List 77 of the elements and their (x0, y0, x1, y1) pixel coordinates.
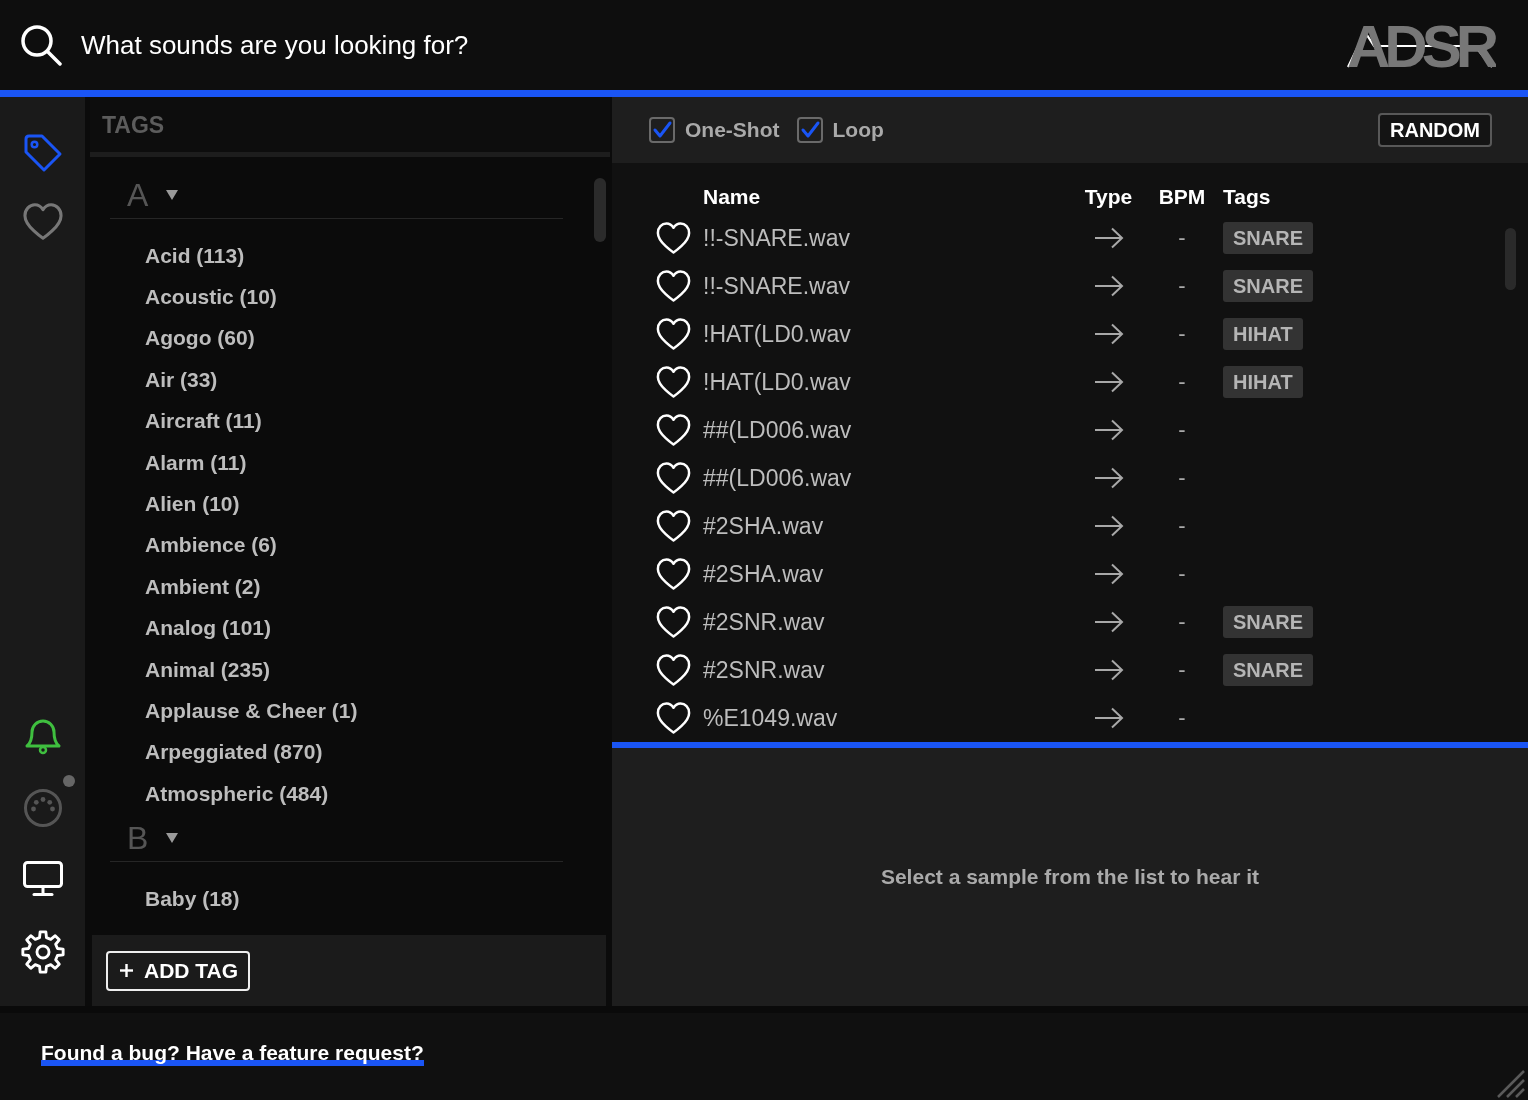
tag-chip[interactable]: SNARE (1223, 222, 1313, 254)
bpm-value: - (1178, 225, 1186, 251)
filter-label[interactable]: Loop (832, 118, 884, 142)
random-button[interactable]: RANDOM (1378, 113, 1492, 147)
filter-label[interactable]: One-Shot (685, 118, 780, 142)
settings-icon[interactable] (20, 930, 65, 974)
bpm-value: - (1178, 657, 1186, 683)
bpm-value: - (1178, 513, 1186, 539)
bpm-value: - (1178, 417, 1186, 443)
arrow-icon (1093, 563, 1124, 585)
column-header[interactable]: BPM (1158, 185, 1206, 209)
arrow-icon (1093, 371, 1124, 393)
tag-item[interactable]: Acid (113) (145, 235, 245, 277)
arrow-icon (1093, 275, 1124, 297)
file-name[interactable]: #2SHA.wav (703, 512, 824, 540)
add-tag-button[interactable]: ADD TAG (106, 950, 251, 991)
file-name[interactable]: !!-SNARE.wav (703, 224, 850, 252)
tag-item[interactable]: Analog (101) (145, 607, 272, 649)
file-name[interactable]: !!-SNARE.wav (703, 272, 850, 300)
bpm-value: - (1178, 465, 1186, 491)
bpm-value: - (1178, 609, 1186, 635)
tag-chip[interactable]: HIHAT (1223, 318, 1303, 350)
tag-chip[interactable]: SNARE (1223, 270, 1313, 302)
tag-chip[interactable]: HIHAT (1223, 366, 1303, 398)
tag-chip[interactable]: SNARE (1223, 654, 1313, 686)
arrow-icon (1093, 467, 1124, 489)
arrow-icon (1093, 515, 1124, 537)
tag-item[interactable]: Animal (235) (145, 648, 270, 691)
file-name[interactable]: !HAT(LD0.wav (703, 368, 851, 396)
arrow-icon (1093, 227, 1124, 249)
tag-item[interactable]: Alien (10) (145, 483, 240, 525)
file-name[interactable]: #2SNR.wav (703, 656, 825, 684)
bpm-value: - (1178, 369, 1186, 395)
file-name[interactable]: #2SNR.wav (703, 608, 825, 636)
tag-item[interactable]: Aircraft (11) (145, 400, 262, 442)
tag-item[interactable]: Baby (18) (145, 878, 240, 920)
file-name[interactable]: %E1049.wav (703, 704, 838, 732)
tag-item[interactable]: Ambience (6) (145, 524, 277, 567)
tag-item[interactable]: Applause & Cheer (1) (145, 690, 358, 732)
tag-item[interactable]: Acoustic (10) (145, 276, 277, 318)
arrow-icon (1093, 419, 1124, 441)
bpm-value: - (1178, 561, 1186, 587)
caret-icon[interactable] (166, 831, 179, 844)
scrollbar-thumb[interactable] (594, 178, 606, 242)
tag-chip[interactable]: SNARE (1223, 606, 1313, 638)
plus-icon (120, 964, 133, 977)
checkbox[interactable] (796, 117, 823, 143)
tag-item[interactable]: Arpeggiated (870) (145, 731, 323, 774)
player-message: Select a sample from the list to hear it (880, 865, 1260, 889)
arrow-icon (1093, 611, 1124, 633)
file-name[interactable]: ##(LD006.wav (703, 464, 852, 492)
monitor-icon[interactable] (22, 861, 63, 897)
column-header[interactable]: Tags (1223, 185, 1271, 209)
bpm-value: - (1178, 321, 1186, 347)
arrow-icon (1093, 659, 1124, 681)
search-field[interactable]: What sounds are you looking for? (81, 25, 1326, 65)
file-name[interactable]: ##(LD006.wav (703, 416, 852, 444)
caret-icon[interactable] (166, 188, 179, 201)
tag-item[interactable]: Air (33) (145, 359, 218, 401)
resize-grip-icon[interactable] (1497, 1070, 1525, 1098)
tag-item[interactable]: Agogo (60) (145, 317, 255, 360)
column-header[interactable]: Type (1084, 185, 1133, 209)
column-header[interactable]: Name (703, 185, 761, 209)
status-dot-icon (62, 775, 75, 787)
bpm-value: - (1178, 705, 1186, 731)
tag-item[interactable]: Alarm (11) (145, 441, 247, 484)
file-name[interactable]: !HAT(LD0.wav (703, 320, 851, 348)
tag-icon[interactable] (22, 133, 63, 173)
checkbox[interactable] (649, 117, 675, 143)
arrow-icon (1093, 323, 1124, 345)
arrow-icon (1093, 707, 1124, 729)
file-name[interactable]: #2SHA.wav (703, 560, 824, 588)
bpm-value: - (1178, 273, 1186, 299)
tag-item[interactable]: Atmospheric (484) (145, 773, 329, 815)
scrollbar-thumb[interactable] (1505, 228, 1516, 290)
tag-item[interactable]: Ambient (2) (145, 566, 261, 608)
search-icon[interactable] (20, 24, 62, 66)
